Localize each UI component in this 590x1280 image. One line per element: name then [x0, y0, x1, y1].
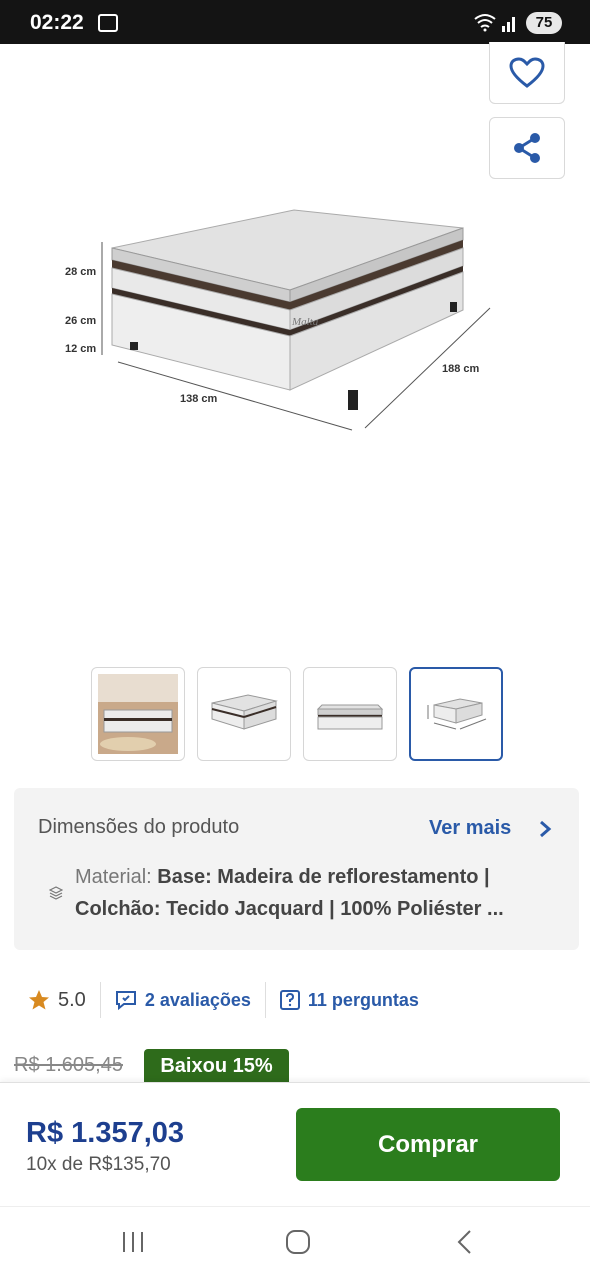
installments: 10x de R$135,70: [26, 1154, 171, 1175]
question-icon: [279, 990, 300, 1010]
material-line-2: Colchão: Tecido Jacquard | 100% Poliéste…: [75, 898, 504, 920]
system-nav-bar: [0, 1206, 590, 1280]
material-value-1: Base: Madeira de reflorestamento |: [157, 866, 490, 888]
height-label-base: 26 cm: [65, 315, 96, 327]
buy-button[interactable]: Comprar: [296, 1108, 560, 1181]
thumbnail-1[interactable]: [91, 667, 185, 761]
thumbnail-image: [427, 698, 487, 730]
product-stats: 5.0 2 avaliações 11 perguntas: [14, 975, 433, 1025]
brand-label: Malta: [291, 316, 319, 328]
thumbnail-4[interactable]: [409, 667, 503, 761]
signal-icon: [502, 17, 515, 32]
product-dimensions-card: Dimensões do produto Ver mais Material: …: [14, 788, 579, 950]
screenshot-icon: [98, 14, 118, 32]
material-line-1: Material: Base: Madeira de reflorestamen…: [75, 866, 490, 889]
home-icon[interactable]: [285, 1229, 311, 1255]
heart-icon: [509, 56, 545, 88]
thumbnail-strip: [91, 667, 503, 761]
thumbnail-image: [316, 704, 384, 730]
see-more-link[interactable]: Ver mais: [429, 817, 511, 840]
reviews-stat[interactable]: 2 avaliações: [99, 982, 265, 1018]
width-label: 138 cm: [180, 393, 218, 405]
buy-bar: R$ 1.357,03 10x de R$135,70 Comprar: [0, 1082, 590, 1206]
questions-link[interactable]: 11 perguntas: [308, 990, 419, 1011]
questions-stat[interactable]: 11 perguntas: [264, 982, 433, 1018]
thumbnail-2[interactable]: [197, 667, 291, 761]
rating-stat[interactable]: 5.0: [14, 982, 100, 1018]
wifi-icon: [474, 14, 496, 32]
thumbnail-image: [98, 674, 178, 754]
rating-value: 5.0: [58, 988, 86, 1011]
share-button[interactable]: [489, 117, 565, 179]
status-bar: 02:22 75: [0, 0, 590, 44]
material-label: Material:: [75, 866, 152, 888]
length-label: 188 cm: [442, 363, 480, 375]
recent-apps-icon[interactable]: [120, 1229, 146, 1255]
back-icon[interactable]: [452, 1229, 478, 1255]
product-main-image[interactable]: Malta 28 cm 26 cm 12 cm 138 cm 188 cm: [40, 190, 510, 450]
share-icon: [514, 133, 540, 163]
battery-indicator: 75: [526, 12, 562, 34]
dimensions-title: Dimensões do produto: [38, 816, 240, 838]
reviews-link[interactable]: 2 avaliações: [145, 990, 251, 1011]
height-label-feet: 12 cm: [65, 343, 96, 355]
thumbnail-image: [211, 694, 278, 730]
discount-badge: Baixou 15%: [144, 1049, 289, 1083]
favorite-button[interactable]: [489, 42, 565, 104]
layers-icon: [49, 886, 63, 900]
current-price: R$ 1.357,03: [26, 1117, 185, 1149]
status-time: 02:22: [30, 11, 84, 34]
chevron-right-icon[interactable]: [538, 820, 552, 838]
height-label-mattress: 28 cm: [65, 266, 96, 278]
old-price: R$ 1.605,45: [14, 1054, 123, 1076]
thumbnail-3[interactable]: [303, 667, 397, 761]
star-icon: [29, 990, 49, 1010]
chat-review-icon: [115, 991, 136, 1011]
